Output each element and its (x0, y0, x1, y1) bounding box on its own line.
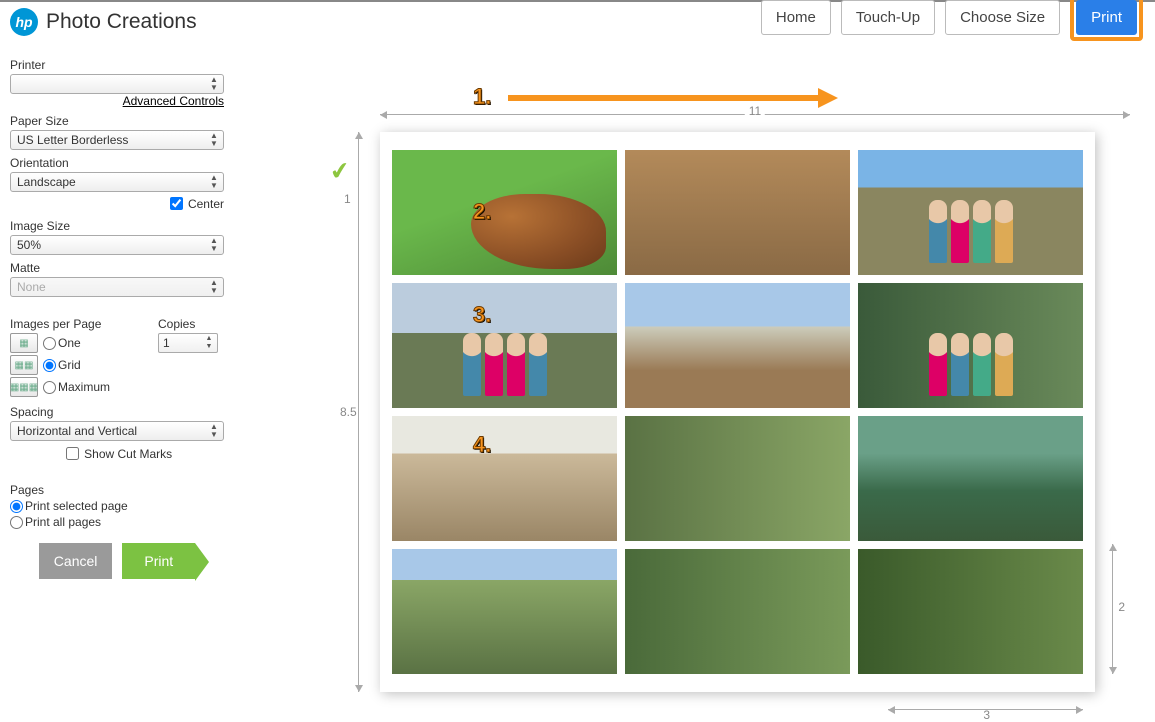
select-arrows-icon: ▲▼ (207, 423, 221, 439)
image-height-label: 2 (1118, 600, 1125, 614)
print-button[interactable]: Print (122, 543, 195, 579)
paper-size-select[interactable]: US Letter Borderless ▲▼ (10, 130, 224, 150)
ipp-one-icon: ▦ (10, 333, 38, 353)
photo-thumb[interactable] (392, 416, 617, 541)
print-all-label: Print all pages (25, 515, 101, 529)
stepper-arrows-icon: ▲▼ (203, 335, 215, 351)
image-size-label: Image Size (10, 219, 222, 233)
center-label: Center (188, 197, 224, 211)
print-selected-radio[interactable] (10, 500, 23, 513)
image-width-label: 3 (983, 708, 990, 722)
printer-select[interactable]: ▲▼ (10, 74, 224, 94)
ipp-grid-label: Grid (58, 358, 81, 372)
ipp-one-radio[interactable] (43, 337, 56, 350)
spacing-label: Spacing (10, 405, 222, 419)
hp-logo-icon: hp (10, 8, 38, 36)
page-number-label: 1 (344, 192, 351, 206)
show-cut-marks-checkbox[interactable] (66, 447, 79, 460)
select-arrows-icon: ▲▼ (207, 174, 221, 190)
photo-thumb[interactable] (392, 150, 617, 275)
matte-label: Matte (10, 261, 222, 275)
copies-stepper[interactable]: 1 ▲▼ (158, 333, 218, 353)
nav-touchup-button[interactable]: Touch-Up (841, 0, 935, 35)
photo-thumb[interactable] (625, 283, 850, 408)
image-size-select[interactable]: 50% ▲▼ (10, 235, 224, 255)
nav-home-button[interactable]: Home (761, 0, 831, 35)
photo-thumb[interactable] (625, 416, 850, 541)
nav-print-highlight: Print (1070, 0, 1143, 41)
ipp-max-icon: ▦▦▦ (10, 377, 38, 397)
nav-print-button[interactable]: Print (1076, 0, 1137, 35)
pages-label: Pages (10, 483, 222, 497)
photo-thumb[interactable] (625, 549, 850, 674)
callout-1: 1. (473, 84, 491, 110)
photo-thumb[interactable] (392, 283, 617, 408)
nav-choose-size-button[interactable]: Choose Size (945, 0, 1060, 35)
print-all-radio[interactable] (10, 516, 23, 529)
orientation-select[interactable]: Landscape ▲▼ (10, 172, 224, 192)
cancel-button[interactable]: Cancel (39, 543, 113, 579)
printer-label: Printer (10, 58, 222, 72)
ipp-grid-radio[interactable] (43, 359, 56, 372)
settings-sidebar: Printer ▲▼ Advanced Controls Paper Size … (0, 42, 230, 702)
ipp-max-label: Maximum (58, 380, 110, 394)
ipp-one-label: One (58, 336, 81, 350)
image-height-ruler (1112, 544, 1113, 674)
select-arrows-icon: ▲▼ (207, 279, 221, 295)
callout-2: 2. (473, 199, 491, 225)
photo-thumb[interactable] (858, 549, 1083, 674)
ruler-height-label: 8.5 (340, 401, 357, 423)
main-panel: 1. 2. 3. 4. Home Touch-Up Choose Size Pr… (230, 42, 1155, 702)
photo-thumb[interactable] (392, 549, 617, 674)
paper-size-label: Paper Size (10, 114, 222, 128)
app-title: Photo Creations (46, 10, 197, 34)
callout-4: 4. (473, 432, 491, 458)
photo-thumb[interactable] (625, 150, 850, 275)
wizard-nav: Home Touch-Up Choose Size Print (761, 0, 1143, 41)
ipp-grid-icon: ▦▦ (10, 355, 38, 375)
copies-label: Copies (158, 317, 218, 331)
images-per-page-label: Images per Page (10, 317, 158, 331)
page-ok-checkmark-icon: ✔ (328, 156, 352, 188)
select-arrows-icon: ▲▼ (207, 76, 221, 92)
advanced-controls-link[interactable]: Advanced Controls (123, 94, 224, 108)
center-checkbox[interactable] (170, 197, 183, 210)
photo-thumb[interactable] (858, 150, 1083, 275)
photo-thumb[interactable] (858, 283, 1083, 408)
orientation-label: Orientation (10, 156, 222, 170)
page-preview: 11 8.5 ✔ 1 (380, 132, 1130, 692)
select-arrows-icon: ▲▼ (207, 237, 221, 253)
callout-arrow-icon (508, 84, 838, 112)
select-arrows-icon: ▲▼ (207, 132, 221, 148)
ruler-vertical (358, 132, 359, 692)
callout-3: 3. (473, 302, 491, 328)
show-cut-marks-label: Show Cut Marks (84, 447, 172, 461)
matte-select[interactable]: None ▲▼ (10, 277, 224, 297)
spacing-select[interactable]: Horizontal and Vertical ▲▼ (10, 421, 224, 441)
photo-thumb[interactable] (858, 416, 1083, 541)
ipp-max-radio[interactable] (43, 381, 56, 394)
print-selected-label: Print selected page (25, 499, 128, 513)
